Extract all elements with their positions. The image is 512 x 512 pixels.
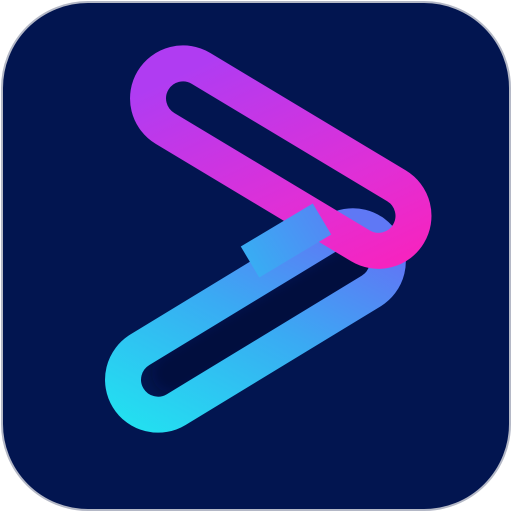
app-icon[interactable]: [0, 0, 512, 512]
logo-svg: [1, 1, 511, 511]
